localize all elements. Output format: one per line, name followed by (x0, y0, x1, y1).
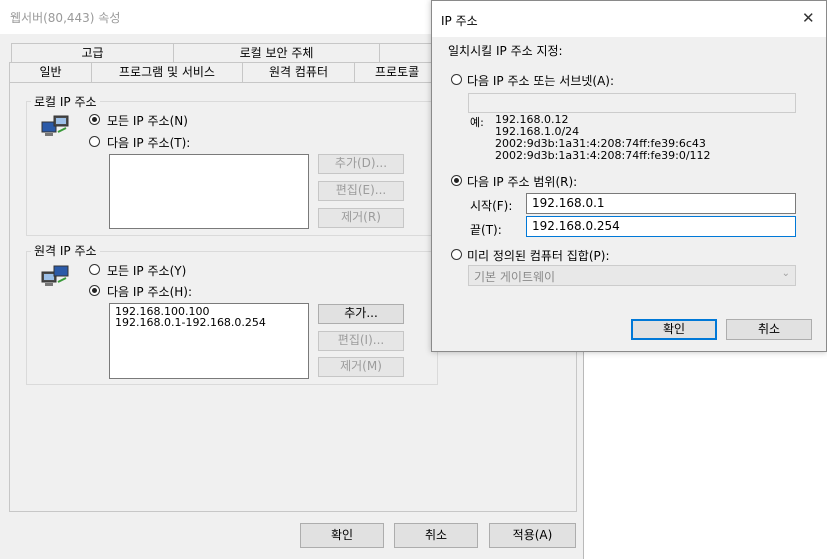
tab-remote-computers[interactable]: 원격 컴퓨터 (242, 62, 355, 83)
tab-remote-users[interactable] (379, 43, 433, 63)
close-icon[interactable]: ✕ (802, 9, 815, 27)
examples-block: 192.168.0.12 192.168.1.0/24 2002:9d3b:1a… (495, 114, 711, 162)
predefined-select-value: 기본 게이트웨이 (474, 270, 556, 284)
remote-remove-button[interactable]: 제거(M) (318, 357, 404, 377)
tab-advanced[interactable]: 고급 (11, 43, 174, 63)
dialog-title: IP 주소 (441, 14, 478, 28)
remote-add-button[interactable]: 추가... (318, 304, 404, 324)
dialog-ok-button[interactable]: 확인 (631, 319, 717, 340)
local-these-ip-label: 다음 IP 주소(T): (107, 136, 191, 150)
remote-ip-list[interactable]: 192.168.100.100 192.168.0.1-192.168.0.25… (109, 303, 309, 379)
remote-any-ip-radio[interactable] (89, 264, 100, 275)
start-ip-input[interactable]: 192.168.0.1 (526, 193, 796, 214)
end-label: 끝(T): (470, 223, 502, 237)
local-these-ip-radio[interactable] (89, 136, 100, 147)
dialog-cancel-button[interactable]: 취소 (726, 319, 812, 340)
dialog-titlebar[interactable]: IP 주소 ✕ (432, 1, 826, 37)
tab-programs-services[interactable]: 프로그램 및 서비스 (91, 62, 243, 83)
ip-address-dialog: IP 주소 ✕ 일치시킬 IP 주소 지정: 다음 IP 주소 또는 서브넷(A… (431, 0, 827, 352)
properties-title: 웹서버(80,443) 속성 (10, 11, 121, 25)
local-any-ip-label: 모든 IP 주소(N) (107, 114, 188, 128)
predefined-radio-label: 미리 정의된 컴퓨터 집합(P): (467, 249, 610, 263)
local-remove-button[interactable]: 제거(R) (318, 208, 404, 228)
predefined-radio[interactable] (451, 249, 462, 260)
range-radio[interactable] (451, 175, 462, 186)
chevron-down-icon: ⌄ (781, 268, 790, 279)
cancel-button[interactable]: 취소 (394, 523, 478, 548)
tab-protocols[interactable]: 프로토콜 및 (354, 62, 433, 83)
start-label: 시작(F): (470, 199, 513, 213)
tab-local-principals[interactable]: 로컬 보안 주체 (173, 43, 380, 63)
predefined-select[interactable]: 기본 게이트웨이 ⌄ (468, 265, 796, 286)
local-ip-list[interactable] (109, 154, 309, 229)
end-ip-input[interactable]: 192.168.0.254 (526, 216, 796, 237)
local-edit-button[interactable]: 편집(E)... (318, 181, 404, 201)
subnet-radio-label: 다음 IP 주소 또는 서브넷(A): (467, 74, 615, 88)
local-ip-group-label: 로컬 IP 주소 (31, 93, 100, 110)
ok-button[interactable]: 확인 (300, 523, 384, 548)
network-computers-icon (41, 265, 69, 286)
network-computers-icon (41, 115, 69, 136)
remote-these-ip-label: 다음 IP 주소(H): (107, 285, 192, 299)
remote-ip-group-label: 원격 IP 주소 (31, 242, 100, 259)
local-add-button[interactable]: 추가(D)... (318, 154, 404, 174)
apply-button[interactable]: 적용(A) (489, 523, 576, 548)
remote-any-ip-label: 모든 IP 주소(Y) (107, 264, 187, 278)
list-item[interactable]: 192.168.0.1-192.168.0.254 (115, 317, 303, 328)
subnet-radio[interactable] (451, 74, 462, 85)
dialog-heading: 일치시킬 IP 주소 지정: (448, 44, 563, 58)
tab-general[interactable]: 일반 (9, 62, 92, 83)
example-line: 2002:9d3b:1a31:4:208:74ff:fe39:0/112 (495, 149, 711, 162)
remote-these-ip-radio[interactable] (89, 285, 100, 296)
remote-edit-button[interactable]: 편집(I)... (318, 331, 404, 351)
subnet-input[interactable] (468, 93, 796, 113)
range-radio-label: 다음 IP 주소 범위(R): (467, 175, 578, 189)
local-any-ip-radio[interactable] (89, 114, 100, 125)
example-label: 예: (470, 116, 484, 129)
